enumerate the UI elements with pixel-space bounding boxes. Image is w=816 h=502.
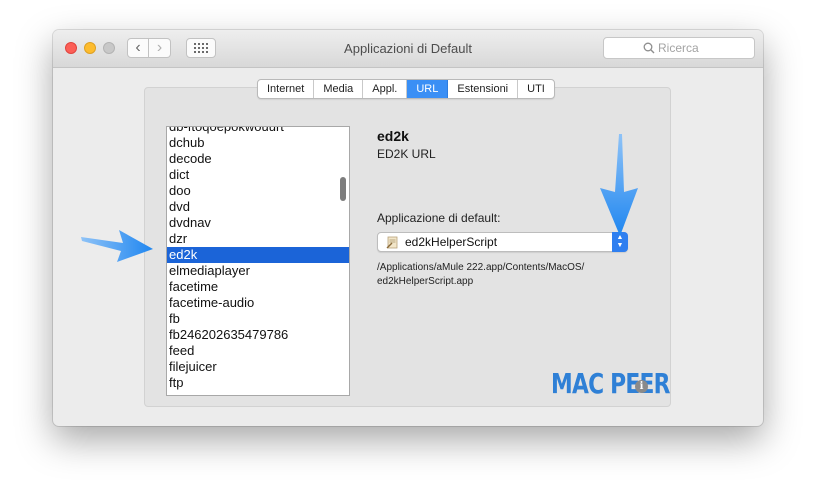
- list-item[interactable]: feed: [167, 343, 349, 359]
- url-scheme-list-content: db-ftoqoepokwouurt dchub decode dict doo…: [167, 127, 349, 391]
- url-scheme-list[interactable]: db-ftoqoepokwouurt dchub decode dict doo…: [166, 126, 350, 396]
- list-item[interactable]: facetime: [167, 279, 349, 295]
- chevron-down-icon: ▼: [616, 242, 624, 249]
- list-item[interactable]: facetime-audio: [167, 295, 349, 311]
- watermark-logo: MAC PEER: [551, 367, 670, 400]
- default-app-value: ed2kHelperScript: [405, 235, 498, 249]
- scheme-description: ED2K URL: [377, 147, 436, 161]
- tab-uti[interactable]: UTI: [518, 80, 554, 98]
- list-item[interactable]: ftp: [167, 375, 349, 391]
- list-item[interactable]: elmediaplayer: [167, 263, 349, 279]
- default-app-popup[interactable]: ed2kHelperScript ▲ ▼: [377, 232, 628, 252]
- list-item[interactable]: decode: [167, 151, 349, 167]
- list-item[interactable]: dvd: [167, 199, 349, 215]
- list-scrollbar[interactable]: [340, 177, 346, 201]
- list-item[interactable]: dict: [167, 167, 349, 183]
- list-item[interactable]: dzr: [167, 231, 349, 247]
- tab-internet[interactable]: Internet: [258, 80, 315, 98]
- app-path-line-2: ed2kHelperScript.app: [377, 276, 474, 287]
- list-item[interactable]: filejuicer: [167, 359, 349, 375]
- search-field[interactable]: Ricerca: [603, 37, 755, 59]
- default-app-path: /Applications/aMule 222.app/Contents/Mac…: [377, 261, 627, 289]
- default-app-label: Applicazione di default:: [377, 211, 501, 225]
- list-item[interactable]: dvdnav: [167, 215, 349, 231]
- search-placeholder: Ricerca: [658, 41, 699, 55]
- info-button[interactable]: i: [635, 380, 648, 393]
- list-item[interactable]: fb: [167, 311, 349, 327]
- title-bar: ‹ › Applicazioni di Default Ricerca: [53, 30, 763, 68]
- list-item[interactable]: fb246202635479786: [167, 327, 349, 343]
- annotation-arrow-down-icon: [600, 134, 638, 236]
- tab-applications[interactable]: Appl.: [363, 80, 408, 98]
- list-item-partial[interactable]: db-ftoqoepokwouurt: [167, 127, 349, 135]
- category-tabs: Internet Media Appl. URL Estensioni UTI: [257, 79, 555, 99]
- scheme-name: ed2k: [377, 128, 409, 144]
- annotation-arrow-right-icon: [81, 230, 153, 262]
- search-icon: [643, 42, 655, 54]
- tab-media[interactable]: Media: [314, 80, 364, 98]
- list-item[interactable]: dchub: [167, 135, 349, 151]
- preferences-window: ‹ › Applicazioni di Default Ricerca Inte…: [53, 30, 763, 426]
- tab-extensions[interactable]: Estensioni: [448, 80, 519, 98]
- screenshot-stage: ‹ › Applicazioni di Default Ricerca Inte…: [0, 0, 816, 502]
- list-item[interactable]: doo: [167, 183, 349, 199]
- app-path-line-1: /Applications/aMule 222.app/Contents/Mac…: [377, 262, 585, 273]
- script-app-icon: [386, 236, 398, 249]
- tab-url[interactable]: URL: [407, 80, 449, 98]
- list-item-selected[interactable]: ed2k: [167, 247, 349, 263]
